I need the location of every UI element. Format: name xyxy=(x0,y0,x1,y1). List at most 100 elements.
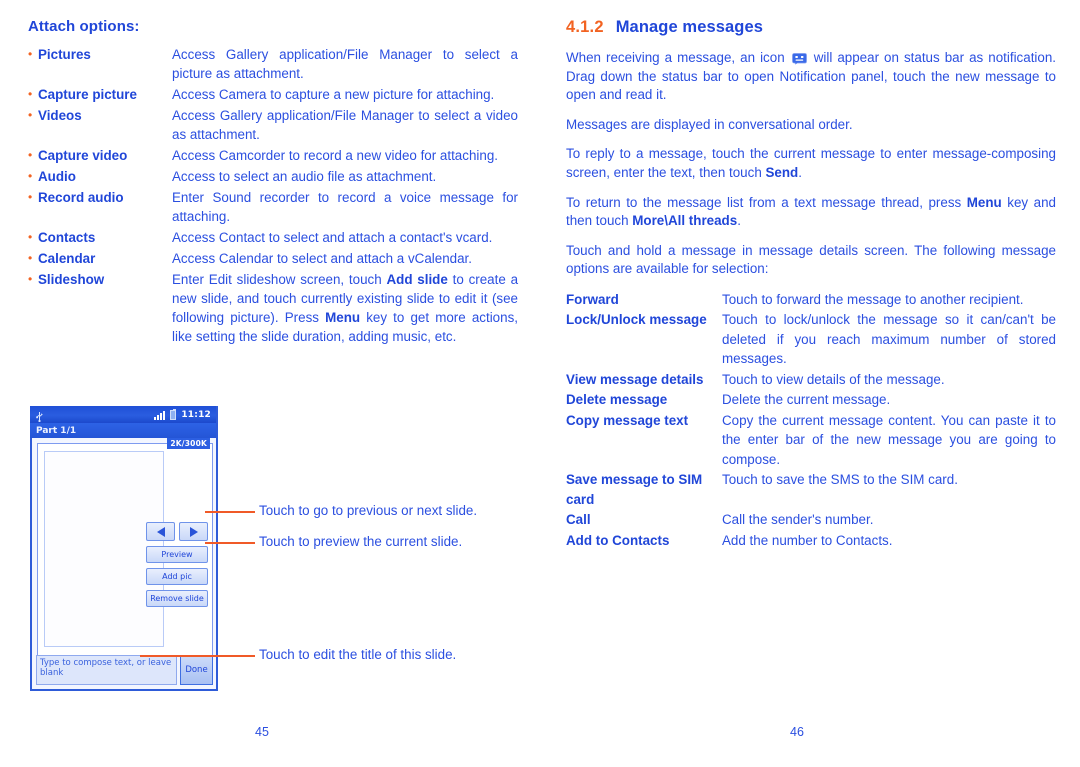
page-number-right: 46 xyxy=(790,725,804,739)
message-option-term: View message details xyxy=(566,371,704,387)
add-pic-button[interactable]: Add pic xyxy=(146,568,208,585)
message-smiley-icon xyxy=(791,52,807,65)
attach-option-row: • Calendar Access Calendar to select and… xyxy=(28,249,518,268)
message-option-desc: Copy the current message content. You ca… xyxy=(722,412,1056,467)
signal-bars-icon xyxy=(154,410,166,420)
message-option-term: Delete message xyxy=(566,392,668,408)
attach-option-desc-rich: Enter Edit slideshow screen, touch Add s… xyxy=(172,272,519,344)
attach-option-row: • Capture video Access Camcorder to reco… xyxy=(28,146,518,165)
slide-size-badge: 2K/300K xyxy=(167,438,210,449)
callout-line-prev-next xyxy=(205,511,255,513)
manual-page-spread: Attach options: • Pictures Access Galler… xyxy=(0,0,1080,767)
bullet-icon: • xyxy=(28,251,33,265)
message-option-row: Copy message text Copy the current messa… xyxy=(566,411,1056,470)
message-option-row: View message details Touch to view detai… xyxy=(566,370,1056,390)
attach-option-row-slideshow: • Slideshow Enter Edit slideshow screen,… xyxy=(28,270,518,346)
remove-slide-button[interactable]: Remove slide xyxy=(146,590,208,607)
attach-option-row: • Record audio Enter Sound recorder to r… xyxy=(28,188,518,226)
phone-title-bar: Part 1/1 xyxy=(30,423,216,438)
message-option-desc: Touch to forward the message to another … xyxy=(722,291,1024,307)
bullet-icon: • xyxy=(28,190,33,204)
attach-option-desc: Access Contact to select and attach a co… xyxy=(172,230,493,245)
done-button[interactable]: Done xyxy=(180,655,213,685)
message-option-row: Add to Contacts Add the number to Contac… xyxy=(566,531,1056,551)
message-option-row: Delete message Delete the current messag… xyxy=(566,390,1056,410)
message-option-desc: Add the number to Contacts. xyxy=(722,532,893,548)
attach-option-desc: Enter Sound recorder to record a voice m… xyxy=(172,190,518,224)
attach-option-term: Slideshow xyxy=(38,272,105,287)
chevron-right-icon xyxy=(189,526,198,537)
next-slide-arrow-button[interactable] xyxy=(179,522,208,541)
message-option-row: Lock/Unlock message Touch to lock/unlock… xyxy=(566,310,1056,369)
attach-option-term: Capture video xyxy=(38,148,128,163)
attach-option-desc: Access Gallery application/File Manager … xyxy=(172,108,518,142)
compose-bar: Type to compose text, or leave blank Don… xyxy=(36,655,213,685)
message-option-row: Save message to SIM card Touch to save t… xyxy=(566,470,1056,509)
attach-option-desc: Access to select an audio file as attach… xyxy=(172,169,437,184)
callout-label-edit-title: Touch to edit the title of this slide. xyxy=(259,647,457,662)
bullet-icon: • xyxy=(28,272,33,286)
callout-label-prev-next: Touch to go to previous or next slide. xyxy=(259,503,478,518)
bullet-icon: • xyxy=(28,108,33,122)
phone-status-bar: 11:12 xyxy=(30,406,216,423)
page-number-left: 45 xyxy=(255,725,269,739)
chevron-left-icon xyxy=(156,526,165,537)
bullet-icon: • xyxy=(28,230,33,244)
attach-option-desc: Access Camcorder to record a new video f… xyxy=(172,148,498,163)
preview-button[interactable]: Preview xyxy=(146,546,208,563)
paragraph-conversational-order: Messages are displayed in conversational… xyxy=(566,116,853,132)
attach-option-term: Videos xyxy=(38,108,82,123)
paragraph-text-before-icon: When receiving a message, an icon xyxy=(566,50,790,65)
bullet-icon: • xyxy=(28,169,33,183)
message-option-desc: Touch to view details of the message. xyxy=(722,371,945,387)
attach-option-term: Audio xyxy=(38,169,76,184)
phone-content-area: 2K/300K Preview Add pic Remove slide Typ… xyxy=(30,438,216,689)
message-option-row: Forward Touch to forward the message to … xyxy=(566,290,1056,310)
message-option-desc: Touch to save the SMS to the SIM card. xyxy=(722,472,958,488)
paragraph-touch-and-hold: Touch and hold a message in message deta… xyxy=(566,242,1056,277)
attach-option-term: Capture picture xyxy=(38,87,137,102)
callout-line-edit-title xyxy=(140,655,255,657)
message-options-list: Forward Touch to forward the message to … xyxy=(566,290,1056,551)
message-option-row: Call Call the sender's number. xyxy=(566,510,1056,530)
message-option-desc: Delete the current message. xyxy=(722,392,891,408)
message-option-term: Call xyxy=(566,512,591,528)
section-number: 4.1.2 xyxy=(566,18,604,36)
attach-option-term: Contacts xyxy=(38,230,96,245)
bullet-icon: • xyxy=(28,47,33,61)
slide-nav-arrows xyxy=(146,522,208,541)
attach-option-desc: Access Calendar to select and attach a v… xyxy=(172,251,472,266)
section-heading: 4.1.2 Manage messages xyxy=(566,18,1056,37)
attach-options-list: • Pictures Access Gallery application/Fi… xyxy=(28,45,518,346)
attach-option-term: Pictures xyxy=(38,47,91,62)
attach-option-row: • Contacts Access Contact to select and … xyxy=(28,228,518,247)
attach-options-heading: Attach options: xyxy=(28,18,140,35)
right-page-column: 4.1.2 Manage messages When receiving a m… xyxy=(566,18,1056,551)
attach-option-row: • Audio Access to select an audio file a… xyxy=(28,167,518,186)
message-option-desc: Call the sender's number. xyxy=(722,512,874,528)
attach-option-row: • Pictures Access Gallery application/Fi… xyxy=(28,45,518,83)
message-option-term: Forward xyxy=(566,291,619,307)
callout-line-preview xyxy=(205,542,255,544)
attach-option-row: • Videos Access Gallery application/File… xyxy=(28,106,518,144)
message-option-term: Lock/Unlock message xyxy=(566,312,707,328)
message-option-term: Copy message text xyxy=(566,412,689,428)
status-bar-clock: 11:12 xyxy=(181,409,211,420)
message-option-term: Save message to SIM card xyxy=(566,472,703,507)
slide-button-column: Preview Add pic Remove slide xyxy=(146,522,208,607)
left-page-column: Attach options: • Pictures Access Galler… xyxy=(28,18,518,348)
compose-text-input[interactable]: Type to compose text, or leave blank xyxy=(36,655,177,685)
attach-option-term: Record audio xyxy=(38,190,124,205)
message-option-term: Add to Contacts xyxy=(566,532,670,548)
attach-option-desc: Access Gallery application/File Manager … xyxy=(172,47,518,81)
message-option-desc: Touch to lock/unlock the message so it c… xyxy=(722,312,1056,367)
attach-option-term: Calendar xyxy=(38,251,96,266)
battery-icon xyxy=(170,408,177,420)
bullet-icon: • xyxy=(28,148,33,162)
paragraph-reply: To reply to a message, touch the current… xyxy=(566,146,1056,180)
paragraph-return-to-list: To return to the message list from a tex… xyxy=(566,194,1057,229)
usb-icon xyxy=(35,409,44,423)
previous-slide-arrow-button[interactable] xyxy=(146,522,175,541)
status-bar-right-icons: 11:12 xyxy=(154,408,211,420)
attach-option-row: • Capture picture Access Camera to captu… xyxy=(28,85,518,104)
